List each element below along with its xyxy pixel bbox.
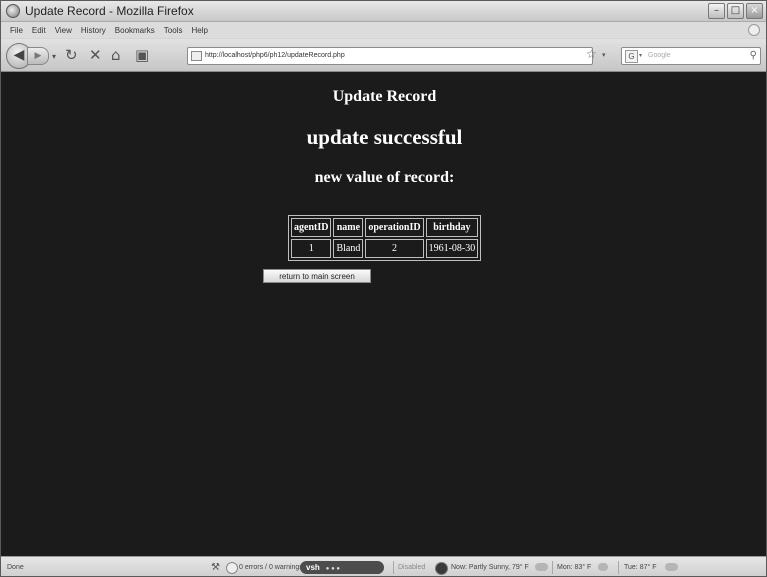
error-count[interactable]: 0 errors / 0 warnings	[239, 557, 303, 576]
search-icon[interactable]: ⚲	[750, 48, 757, 64]
table-row: 1 Bland 2 1961-08-30	[291, 239, 479, 258]
header-birthday: birthday	[425, 218, 479, 237]
weather-mon[interactable]: Mon: 83° F	[557, 557, 591, 576]
menu-tools[interactable]: Tools	[164, 26, 183, 35]
cloud-icon	[535, 563, 548, 571]
search-engine-icon[interactable]: G	[625, 50, 638, 63]
menu-view[interactable]: View	[55, 26, 72, 35]
cell-name: Bland	[333, 239, 364, 258]
url-dropdown-icon[interactable]: ▾	[602, 51, 606, 59]
success-heading: update successful	[306, 125, 463, 149]
cell-agentid: 1	[291, 239, 332, 258]
minimize-button[interactable]: –	[708, 3, 725, 19]
partly-cloudy-icon	[665, 563, 678, 571]
maximize-button[interactable]: □	[727, 3, 744, 19]
status-bar: Done ⚒ 0 errors / 0 warnings vsh ● ● ● Di…	[1, 556, 766, 576]
page-icon	[191, 51, 202, 61]
menu-bar: File Edit View History Bookmarks Tools H…	[1, 22, 766, 38]
vsh-addon-button[interactable]: vsh ● ● ●	[300, 561, 384, 574]
disabled-label: Disabled	[398, 564, 426, 571]
vsh-label: vsh	[306, 563, 320, 572]
title-bar: Update Record - Mozilla Firefox – □ ×	[1, 1, 766, 22]
cell-birthday: 1961-08-30	[425, 239, 479, 258]
validator-icon[interactable]	[226, 562, 238, 574]
tools-icon[interactable]: ⚒	[211, 561, 220, 574]
navigation-toolbar: ◀ ▶ ▾ ↻ ✕ ⌂ ▣ http://localhost/php6/ph12…	[1, 39, 766, 72]
browser-window: Update Record - Mozilla Firefox – □ × Fi…	[0, 0, 767, 577]
page-title: Update Record	[332, 88, 437, 105]
status-divider	[618, 561, 619, 574]
status-text: Done	[7, 564, 24, 571]
menu-file[interactable]: File	[10, 26, 23, 35]
sun-icon	[598, 563, 608, 571]
table-header-row: agentID name operationID birthday	[291, 218, 479, 237]
search-input[interactable]: Google	[648, 48, 671, 64]
stop-icon[interactable]: ✕	[89, 47, 102, 63]
forward-button[interactable]: ▶	[27, 47, 49, 65]
firefox-icon	[6, 4, 20, 18]
weather-now[interactable]: Now: Partly Sunny, 79° F	[451, 557, 529, 576]
search-engine-dropdown-icon[interactable]: ▾	[639, 52, 642, 59]
return-to-main-button[interactable]: return to main screen	[263, 269, 371, 283]
cell-operationid: 2	[365, 239, 424, 258]
menu-help[interactable]: Help	[191, 26, 207, 35]
menu-history[interactable]: History	[81, 26, 106, 35]
status-divider	[393, 561, 394, 574]
header-agentid: agentID	[291, 218, 332, 237]
weather-addon-icon[interactable]	[435, 562, 448, 575]
bookmark-star-icon[interactable]: ☆	[586, 47, 597, 61]
status-divider	[552, 561, 553, 574]
throbber-icon	[748, 24, 760, 36]
home-icon[interactable]: ⌂	[111, 47, 121, 63]
url-text[interactable]: http://localhost/php6/ph12/updateRecord.…	[205, 48, 345, 64]
bookmark-page-icon[interactable]: ▣	[135, 47, 149, 63]
search-bar[interactable]: G ▾ Google ⚲	[621, 47, 761, 65]
record-table: agentID name operationID birthday 1 Blan…	[288, 215, 482, 261]
page-content: Update Record update successful new valu…	[1, 72, 766, 556]
header-name: name	[333, 218, 364, 237]
reload-icon[interactable]: ↻	[65, 47, 78, 63]
address-bar[interactable]: http://localhost/php6/ph12/updateRecord.…	[187, 47, 593, 65]
vsh-dots: ● ● ●	[325, 566, 341, 572]
close-button[interactable]: ×	[746, 3, 763, 19]
window-title: Update Record - Mozilla Firefox	[25, 4, 194, 18]
menu-edit[interactable]: Edit	[32, 26, 46, 35]
header-operationid: operationID	[365, 218, 424, 237]
weather-tue[interactable]: Tue: 87° F	[624, 557, 657, 576]
record-subheading: new value of record:	[314, 169, 455, 186]
history-dropdown-icon[interactable]: ▾	[52, 52, 56, 61]
menu-bookmarks[interactable]: Bookmarks	[115, 26, 155, 35]
window-controls: – □ ×	[708, 3, 763, 19]
